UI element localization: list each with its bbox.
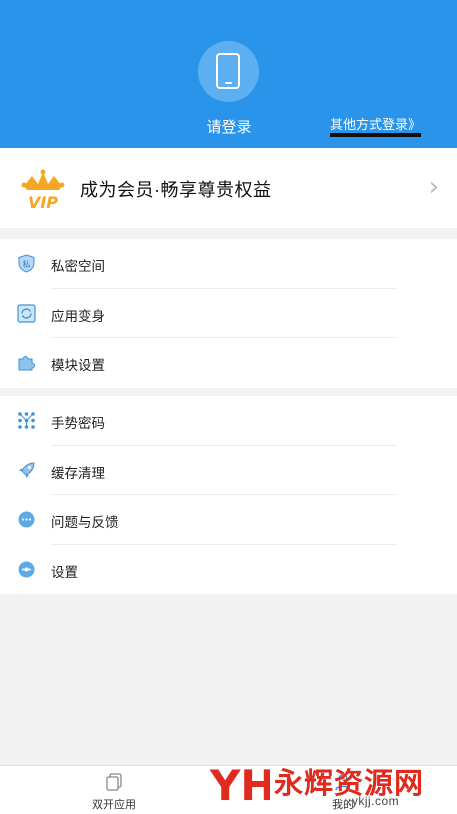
login-button[interactable]: 请登录 [190,116,268,137]
puzzle-icon [18,356,35,371]
tab-dual-apps[interactable]: 双开应用 [54,766,174,814]
menu-item-label: 手势密码 [51,416,105,431]
menu-item-cache-cleanup[interactable]: 缓存清理 [0,446,457,495]
phone-icon [216,53,240,89]
svg-text:YH: YH [210,761,270,806]
menu-item-settings[interactable]: 设置 [0,545,457,595]
rocket-icon [19,461,35,478]
menu-item-label: 问题与反馈 [51,515,119,530]
gesture-dots-icon [18,412,35,429]
menu-item-private-space[interactable]: 私 私密空间 [0,239,457,289]
svg-text:私: 私 [23,260,31,269]
menu-item-label: 应用变身 [51,308,105,324]
menu-item-app-transform[interactable]: 应用变身 [0,289,457,338]
vip-banner[interactable]: VIP 成为会员·畅享尊贵权益 › [0,148,457,228]
other-login-link[interactable]: 其他方式登录》 [330,114,422,137]
copy-app-icon [106,773,122,791]
tab-label: 双开应用 [92,799,136,811]
chevron-right-icon: › [428,172,439,202]
menu-item-module-settings[interactable]: 模块设置 [0,338,457,388]
menu-item-feedback[interactable]: 问题与反馈 [0,495,457,545]
menu-item-label: 私密空间 [51,259,105,274]
shield-icon: 私 [18,254,35,273]
app-transform-icon [17,303,36,323]
watermark: YH 永辉资源网 .ykjj.com [208,750,457,814]
menu-item-label: 设置 [51,564,78,580]
feedback-bubble-icon [18,511,35,528]
avatar[interactable] [198,41,259,102]
watermark-url: .ykjj.com [348,794,400,808]
menu-item-label: 模块设置 [51,358,105,373]
header-banner: 请登录 其他方式登录》 [0,0,457,148]
watermark-logo: YH [210,761,270,806]
svg-text:VIP: VIP [28,193,58,210]
vip-promo-text: 成为会员·畅享尊贵权益 [80,180,272,200]
menu-item-label: 缓存清理 [51,465,105,481]
settings-icon [18,561,35,577]
menu-item-gesture-password[interactable]: 手势密码 [0,396,457,446]
menu-group-privacy: 私 私密空间 应用变身 模块设置 [0,239,457,388]
menu-group-tools: 手势密码 缓存清理 问题与反馈 设置 [0,396,457,594]
vip-crown-icon: VIP [21,169,65,210]
